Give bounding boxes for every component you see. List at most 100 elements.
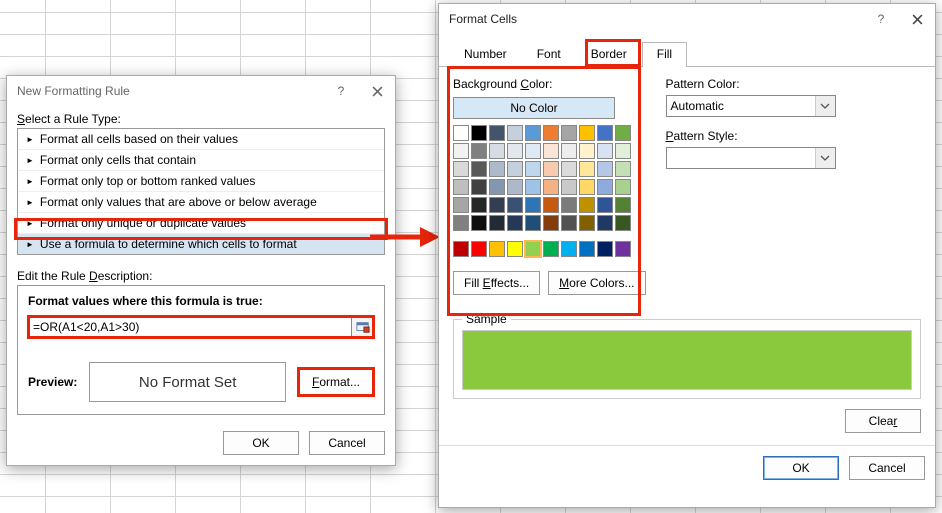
color-swatch[interactable] xyxy=(543,161,559,177)
ok-button[interactable]: OK xyxy=(223,431,299,455)
ok-button[interactable]: OK xyxy=(763,456,839,480)
help-button[interactable]: ? xyxy=(323,76,359,106)
color-swatch[interactable] xyxy=(489,143,505,159)
color-swatch[interactable] xyxy=(525,179,541,195)
color-swatch[interactable] xyxy=(489,241,505,257)
color-swatch[interactable] xyxy=(561,161,577,177)
format-button[interactable]: Format... xyxy=(298,368,374,396)
formula-input[interactable] xyxy=(28,316,352,338)
more-colors-button[interactable]: More Colors... xyxy=(548,271,645,295)
color-swatch[interactable] xyxy=(453,125,469,141)
color-swatch[interactable] xyxy=(597,197,613,213)
tab-number[interactable]: Number xyxy=(449,42,522,67)
color-swatch[interactable] xyxy=(615,179,631,195)
color-swatch[interactable] xyxy=(615,215,631,231)
color-swatch[interactable] xyxy=(615,197,631,213)
color-swatch[interactable] xyxy=(615,143,631,159)
pattern-color-select[interactable]: Automatic xyxy=(666,95,836,117)
color-swatch[interactable] xyxy=(453,143,469,159)
color-swatch[interactable] xyxy=(543,125,559,141)
color-swatch[interactable] xyxy=(507,125,523,141)
color-swatch[interactable] xyxy=(507,161,523,177)
cancel-button[interactable]: Cancel xyxy=(849,456,925,480)
color-swatch[interactable] xyxy=(543,143,559,159)
tab-font[interactable]: Font xyxy=(522,42,576,67)
color-swatch[interactable] xyxy=(489,125,505,141)
rule-type-item[interactable]: ►Format only unique or duplicate values xyxy=(18,212,384,233)
color-swatch[interactable] xyxy=(579,241,595,257)
help-button[interactable]: ? xyxy=(863,4,899,34)
color-swatch[interactable] xyxy=(489,215,505,231)
color-swatch[interactable] xyxy=(579,161,595,177)
color-swatch[interactable] xyxy=(525,215,541,231)
color-swatch[interactable] xyxy=(489,161,505,177)
close-button[interactable] xyxy=(359,76,395,106)
color-swatch[interactable] xyxy=(453,161,469,177)
range-picker-icon[interactable] xyxy=(352,316,374,338)
color-swatch[interactable] xyxy=(453,197,469,213)
color-swatch[interactable] xyxy=(561,241,577,257)
color-swatch[interactable] xyxy=(597,125,613,141)
color-swatch[interactable] xyxy=(597,241,613,257)
color-swatch[interactable] xyxy=(579,197,595,213)
color-swatch[interactable] xyxy=(543,215,559,231)
color-swatch[interactable] xyxy=(525,241,541,257)
close-button[interactable] xyxy=(899,4,935,34)
color-swatch[interactable] xyxy=(543,179,559,195)
color-swatch[interactable] xyxy=(507,241,523,257)
color-swatch[interactable] xyxy=(471,197,487,213)
color-swatch[interactable] xyxy=(579,215,595,231)
color-swatch[interactable] xyxy=(453,215,469,231)
rule-type-item[interactable]: ►Format only values that are above or be… xyxy=(18,191,384,212)
color-swatch[interactable] xyxy=(471,161,487,177)
color-swatch[interactable] xyxy=(579,179,595,195)
color-swatch[interactable] xyxy=(453,179,469,195)
color-swatch[interactable] xyxy=(525,125,541,141)
color-swatch[interactable] xyxy=(615,161,631,177)
color-swatch[interactable] xyxy=(597,161,613,177)
color-swatch[interactable] xyxy=(471,125,487,141)
tab-border[interactable]: Border xyxy=(576,42,642,67)
color-swatch[interactable] xyxy=(543,241,559,257)
color-swatch[interactable] xyxy=(579,125,595,141)
pattern-style-select[interactable] xyxy=(666,147,836,169)
color-swatch[interactable] xyxy=(489,179,505,195)
color-swatch[interactable] xyxy=(471,215,487,231)
clear-button[interactable]: Clear xyxy=(845,409,921,433)
color-swatch[interactable] xyxy=(597,215,613,231)
color-swatch[interactable] xyxy=(471,241,487,257)
color-swatch[interactable] xyxy=(543,197,559,213)
color-swatch[interactable] xyxy=(507,197,523,213)
cancel-button[interactable]: Cancel xyxy=(309,431,385,455)
color-swatch[interactable] xyxy=(561,143,577,159)
rule-type-item[interactable]: ►Format all cells based on their values xyxy=(18,129,384,149)
color-swatch[interactable] xyxy=(615,241,631,257)
color-swatch[interactable] xyxy=(561,197,577,213)
color-swatch[interactable] xyxy=(561,215,577,231)
color-swatch[interactable] xyxy=(453,241,469,257)
color-swatch[interactable] xyxy=(507,215,523,231)
color-swatch[interactable] xyxy=(561,125,577,141)
theme-color-grid xyxy=(453,125,646,231)
color-swatch[interactable] xyxy=(489,197,505,213)
color-swatch[interactable] xyxy=(597,143,613,159)
color-swatch[interactable] xyxy=(525,143,541,159)
color-swatch[interactable] xyxy=(471,179,487,195)
color-swatch[interactable] xyxy=(507,179,523,195)
rule-type-item[interactable]: ►Use a formula to determine which cells … xyxy=(18,233,384,254)
edit-description-label: Edit the Rule Description: xyxy=(7,263,395,285)
color-swatch[interactable] xyxy=(525,197,541,213)
color-swatch[interactable] xyxy=(579,143,595,159)
color-swatch[interactable] xyxy=(525,161,541,177)
no-color-button[interactable]: No Color xyxy=(453,97,615,119)
color-swatch[interactable] xyxy=(471,143,487,159)
rule-type-item[interactable]: ►Format only top or bottom ranked values xyxy=(18,170,384,191)
rule-type-list[interactable]: ►Format all cells based on their values►… xyxy=(17,128,385,255)
color-swatch[interactable] xyxy=(597,179,613,195)
color-swatch[interactable] xyxy=(561,179,577,195)
color-swatch[interactable] xyxy=(507,143,523,159)
tab-fill[interactable]: Fill xyxy=(642,42,687,67)
color-swatch[interactable] xyxy=(615,125,631,141)
fill-effects-button[interactable]: Fill Effects... xyxy=(453,271,540,295)
rule-type-item[interactable]: ►Format only cells that contain xyxy=(18,149,384,170)
